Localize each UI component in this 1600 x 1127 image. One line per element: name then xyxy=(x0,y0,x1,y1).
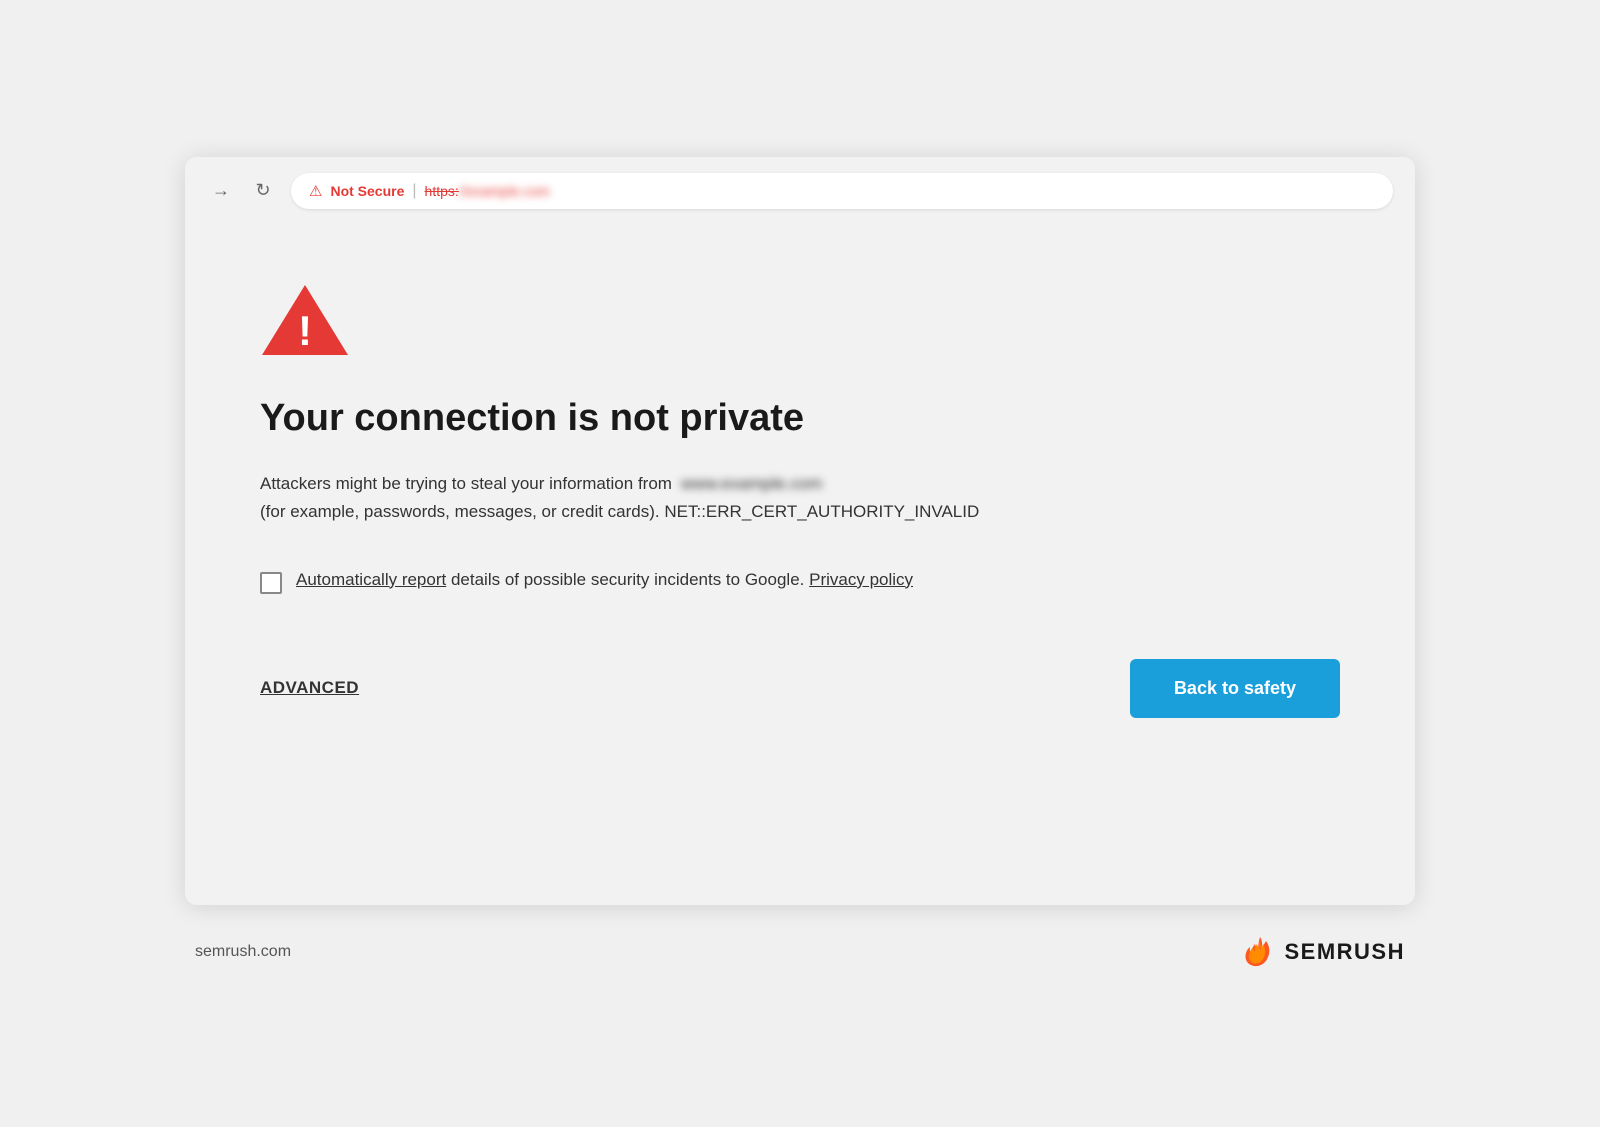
error-heading: Your connection is not private xyxy=(260,397,1340,440)
description-before: Attackers might be trying to steal your … xyxy=(260,474,672,493)
error-description: Attackers might be trying to steal your … xyxy=(260,470,1210,526)
url-text: https://example.com xyxy=(425,183,550,199)
description-after: (for example, passwords, messages, or cr… xyxy=(260,502,979,521)
forward-nav-btn[interactable]: → xyxy=(207,177,235,205)
browser-window: → ↻ ⚠ Not Secure | https://example.com ! xyxy=(185,157,1415,905)
forward-arrow-icon: → xyxy=(212,180,230,201)
advanced-link[interactable]: ADVANCED xyxy=(260,678,359,698)
warning-triangle-icon: ! xyxy=(260,280,1340,365)
security-warning-icon: ⚠ xyxy=(309,182,322,200)
back-to-safety-button[interactable]: Back to safety xyxy=(1130,659,1340,718)
report-label-rest: details of possible security incidents t… xyxy=(446,570,804,589)
browser-content: ! Your connection is not private Attacke… xyxy=(185,225,1415,905)
footer: semrush.com SEMRUSH xyxy=(185,905,1415,971)
report-section: Automatically report details of possible… xyxy=(260,570,1340,594)
url-divider: | xyxy=(412,182,416,200)
semrush-logo: SEMRUSH xyxy=(1238,933,1405,971)
browser-toolbar: → ↻ ⚠ Not Secure | https://example.com xyxy=(185,157,1415,225)
automatically-report-link[interactable]: Automatically report xyxy=(296,570,446,589)
reload-btn[interactable]: ↻ xyxy=(249,177,277,205)
bottom-actions: ADVANCED Back to safety xyxy=(260,659,1340,718)
address-bar[interactable]: ⚠ Not Secure | https://example.com xyxy=(291,173,1393,209)
privacy-policy-link[interactable]: Privacy policy xyxy=(809,570,913,589)
footer-domain: semrush.com xyxy=(195,943,291,961)
domain-blurred: www.example.com xyxy=(681,470,823,498)
page-wrapper: → ↻ ⚠ Not Secure | https://example.com ! xyxy=(0,0,1600,1127)
semrush-brand-name: SEMRUSH xyxy=(1284,939,1405,965)
semrush-flame-icon xyxy=(1238,933,1276,971)
not-secure-label: Not Secure xyxy=(330,183,404,199)
report-text: Automatically report details of possible… xyxy=(296,570,913,590)
svg-text:!: ! xyxy=(298,307,312,354)
reload-icon: ↻ xyxy=(255,180,270,201)
report-checkbox[interactable] xyxy=(260,572,282,594)
